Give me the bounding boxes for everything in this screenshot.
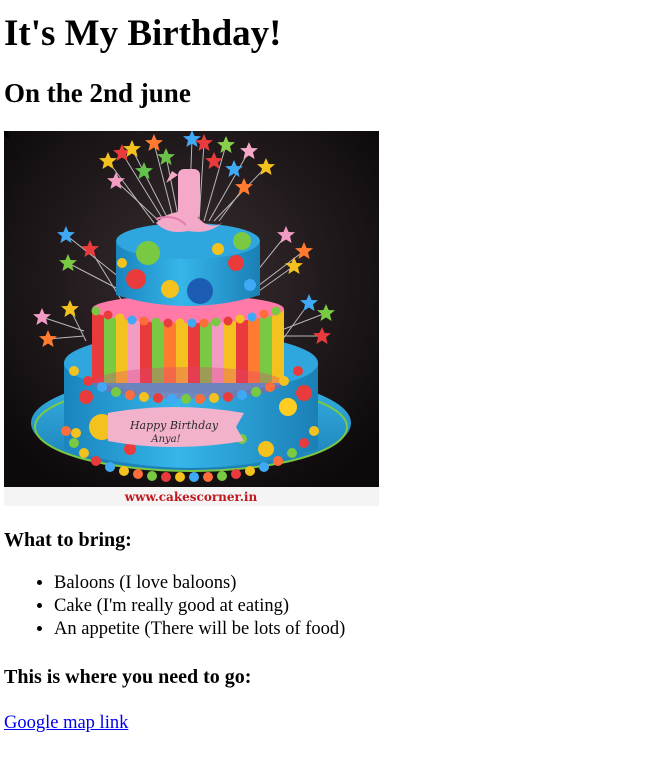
watermark-text: www.cakescorner.in (124, 490, 258, 504)
plaque-text-line1: Happy Birthday (129, 419, 219, 432)
birthday-cake-image: Happy Birthday Anya! www.cakescorner.in (4, 131, 379, 506)
directions-paragraph: Google map link (4, 711, 660, 735)
list-item: Baloons (I love baloons) (54, 572, 660, 595)
google-map-link[interactable]: Google map link (4, 713, 128, 733)
bring-list: Baloons (I love baloons) Cake (I'm reall… (4, 572, 660, 641)
plaque-text-line2: Anya! (150, 434, 180, 445)
directions-heading: This is where you need to go: (4, 666, 252, 688)
list-item: Cake (I'm really good at eating) (54, 595, 660, 618)
page-subtitle: On the 2nd june (4, 78, 191, 108)
bring-heading: What to bring: (4, 529, 132, 551)
list-item: An appetite (There will be lots of food) (54, 618, 660, 641)
page-title: It's My Birthday! (4, 13, 282, 54)
